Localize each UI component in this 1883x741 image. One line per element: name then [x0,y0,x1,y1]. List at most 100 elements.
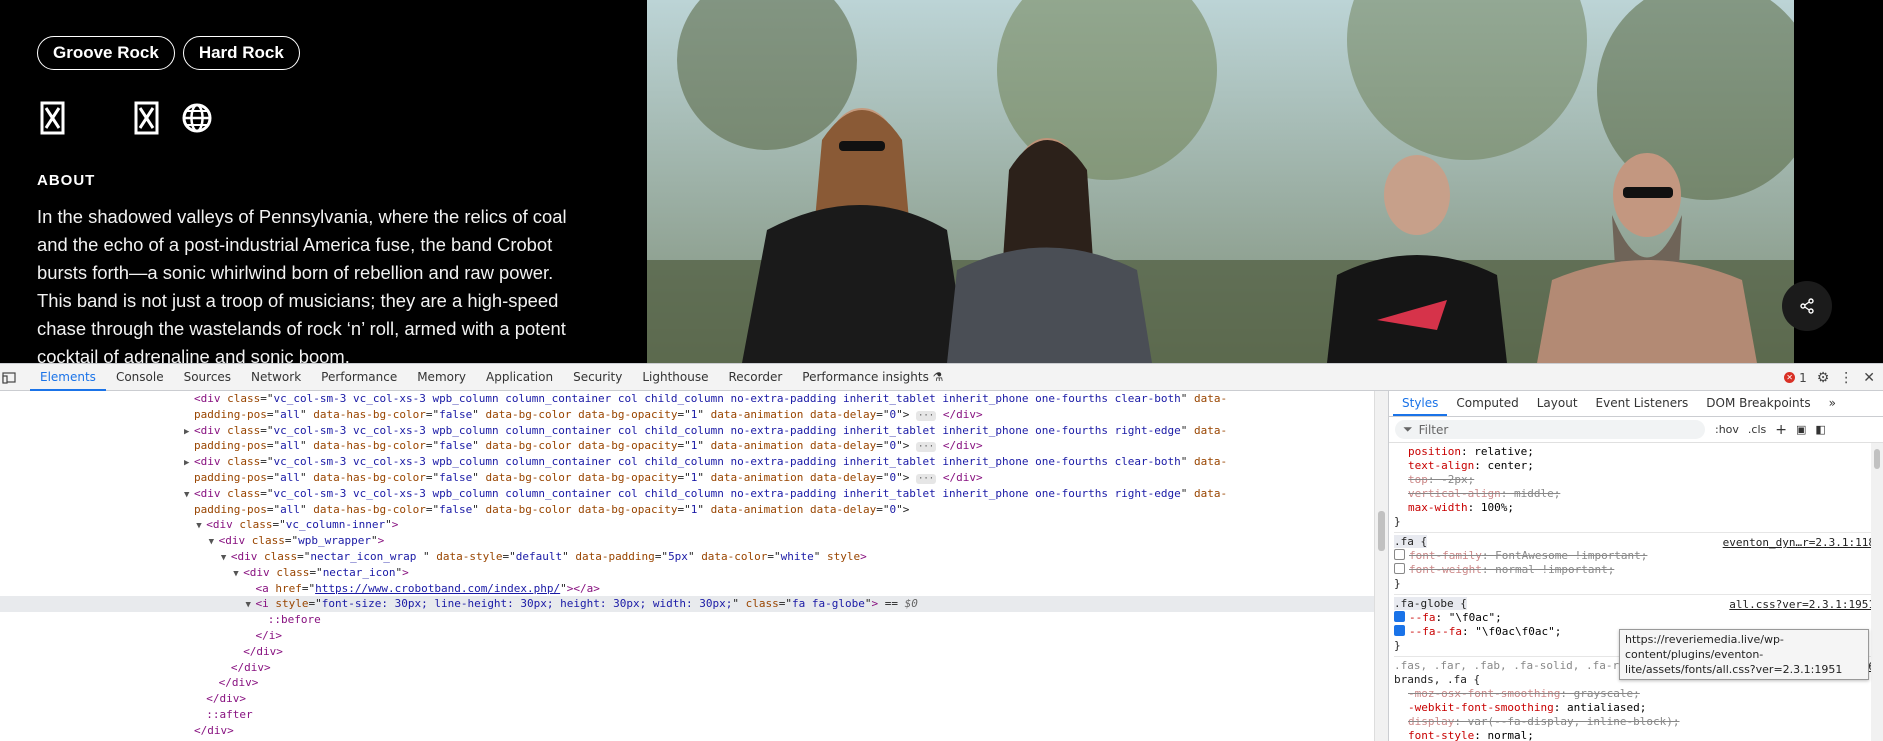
subtab-dom-breakpoints[interactable]: DOM Breakpoints [1697,391,1819,416]
dom-node[interactable]: </div> [0,723,1374,739]
styles-scrollbar[interactable] [1871,443,1883,741]
paint-icon[interactable]: ▣ [1796,423,1806,436]
prop-checkbox[interactable] [1394,625,1405,636]
devtools-toolbar-right: ✕ 1 ⚙ ⋮ ✕ [1784,364,1875,391]
tab-console[interactable]: Console [106,364,174,391]
dom-node-text: <div class="vc_col-sm-3 vc_col-xs-3 wpb_… [194,486,1228,500]
dom-node[interactable]: ▶ <div class="vc_col-sm-3 vc_col-xs-3 wpb… [0,423,1374,439]
prop-webkit-font-smoothing[interactable]: -webkit-font-smoothing: antialiased; [1394,701,1883,715]
prop-font-family[interactable]: font-family: FontAwesome !important; [1394,549,1883,563]
dom-node[interactable]: padding-pos="all" data-has-bg-color="fal… [0,407,1374,423]
subtab-event-listeners[interactable]: Event Listeners [1587,391,1698,416]
tab-performance-insights[interactable]: Performance insights ⚗ [792,364,953,391]
dom-node[interactable]: ::before [0,612,1374,628]
styles-filter-input[interactable]: ⏷ Filter [1395,420,1705,439]
rule-close: } [1394,515,1401,528]
prop-top[interactable]: top: -2px; [1394,473,1883,487]
tab-label: Performance insights [802,370,929,384]
dom-scrollbar[interactable] [1374,391,1388,741]
error-count: 1 [1799,370,1807,385]
gear-icon[interactable]: ⚙ [1817,370,1830,386]
dom-node-text: <div class="nectar_icon"> [243,565,409,579]
devtools-panel: Elements Console Sources Network Perform… [0,363,1883,741]
x-twitter-icon[interactable] [131,100,163,136]
cls-toggle[interactable]: .cls [1748,423,1766,436]
more-tabs-icon[interactable]: » [1820,391,1845,416]
dom-node[interactable]: </div> [0,691,1374,707]
subtab-layout[interactable]: Layout [1528,391,1587,416]
error-badge[interactable]: ✕ 1 [1784,371,1807,385]
dom-node[interactable]: ▼ <div class="nectar_icon"> [0,565,1374,581]
tab-recorder[interactable]: Recorder [719,364,793,391]
dom-scrollbar-thumb[interactable] [1378,511,1385,551]
dom-node[interactable]: ▼ <div class="nectar_icon_wrap " data-sty… [0,549,1374,565]
styles-scrollbar-thumb[interactable] [1874,449,1880,469]
prop-checkbox[interactable] [1394,611,1405,622]
tab-network[interactable]: Network [241,364,311,391]
dom-node[interactable]: ▼ <div class="wpb_wrapper"> [0,533,1374,549]
dom-node[interactable]: padding-pos="all" data-has-bg-color="fal… [0,438,1374,454]
tab-memory[interactable]: Memory [407,364,476,391]
prop-font-style[interactable]: font-style: normal; [1394,729,1883,741]
dom-node[interactable]: </div> [0,644,1374,660]
prop-checkbox[interactable] [1394,563,1405,574]
prop-text-align[interactable]: text-align: center; [1394,459,1883,473]
dom-node[interactable]: ▶ <div class="vc_col-sm-3 vc_col-xs-3 wpb… [0,454,1374,470]
prop-vertical-align[interactable]: vertical-align: middle; [1394,487,1883,501]
rule-source-link[interactable]: all.css?ver=2.3.1:1951 [1729,598,1875,612]
subtab-styles[interactable]: Styles [1393,391,1448,416]
dom-node-text: <div class="vc_col-sm-3 vc_col-xs-3 wpb_… [194,423,1228,437]
tab-lighthouse[interactable]: Lighthouse [632,364,718,391]
dom-node-text: padding-pos="all" data-has-bg-color="fal… [194,502,910,516]
tab-performance[interactable]: Performance [311,364,407,391]
tab-elements[interactable]: Elements [30,364,106,391]
dom-node[interactable]: </div> [0,675,1374,691]
x-twitter-icon[interactable] [37,100,69,136]
tab-sources[interactable]: Sources [174,364,241,391]
devtools-tabbar: Elements Console Sources Network Perform… [0,364,1883,391]
prop-display[interactable]: display: var(--fa-display, inline-block)… [1394,715,1883,729]
dom-node-text: </div> [230,660,271,674]
more-options-icon[interactable]: ⋮ [1839,370,1853,386]
tab-application[interactable]: Application [476,364,563,391]
prop-fa[interactable]: --fa: "\f0ac"; [1394,611,1883,625]
rule-source-link[interactable]: eventon_dyn…r=2.3.1:118 [1723,536,1875,550]
dom-node[interactable]: </i> [0,628,1374,644]
tab-security[interactable]: Security [563,364,632,391]
error-icon: ✕ [1784,372,1796,383]
dom-node[interactable]: ::after [0,707,1374,723]
globe-icon[interactable] [181,100,213,136]
dom-node[interactable]: ▼ <div class="vc_col-sm-3 vc_col-xs-3 wpb… [0,486,1374,502]
flask-icon: ⚗ [932,370,944,384]
about-heading: ABOUT [37,172,96,189]
prop-position[interactable]: position: relative; [1394,445,1883,459]
close-icon[interactable]: ✕ [1863,370,1875,386]
hov-toggle[interactable]: :hov [1715,423,1739,436]
dom-node[interactable]: ▼ <div class="vc_column-inner"> [0,517,1374,533]
dom-tree: <div class="vc_col-sm-3 vc_col-xs-3 wpb_… [0,391,1374,741]
prop-moz-osx-font-smoothing[interactable]: -moz-osx-font-smoothing: grayscale; [1394,687,1883,701]
dom-node-text: ::before [267,613,321,627]
dom-node-selected[interactable]: ▼ <i style="font-size: 30px; line-height:… [0,596,1374,613]
new-rule-icon[interactable]: + [1775,422,1787,438]
dom-node-text: </div> [194,723,234,737]
dom-node[interactable]: padding-pos="all" data-has-bg-color="fal… [0,470,1374,486]
dom-node-text: <div class="vc_col-sm-3 vc_col-xs-3 wpb_… [194,392,1228,405]
genre-tag-hard-rock[interactable]: Hard Rock [182,36,300,70]
subtab-computed[interactable]: Computed [1447,391,1527,416]
genre-tag-groove-rock[interactable]: Groove Rock [37,36,175,70]
prop-font-weight[interactable]: font-weight: normal !important; [1394,563,1883,577]
dom-node[interactable]: </div> [0,660,1374,676]
web-page-viewport: Groove Rock Hard Rock ABOUT In the shado… [0,0,1883,363]
share-button[interactable] [1782,281,1832,331]
device-toolbar-icon[interactable] [2,370,16,389]
prop-max-width[interactable]: max-width: 100%; [1394,501,1883,515]
social-links [37,100,237,136]
dom-node[interactable]: padding-pos="all" data-has-bg-color="fal… [0,502,1374,518]
sidebar-toggle-icon[interactable]: ◧ [1815,423,1825,436]
dom-node-text: padding-pos="all" data-has-bg-color="fal… [194,407,983,421]
dom-node[interactable]: <div class="vc_col-sm-3 vc_col-xs-3 wpb_… [0,391,1374,407]
dom-node[interactable]: <a href="https://www.crobotband.com/inde… [0,581,1374,597]
dom-node-text: <a href="https://www.crobotband.com/inde… [255,581,600,595]
prop-checkbox[interactable] [1394,549,1405,560]
